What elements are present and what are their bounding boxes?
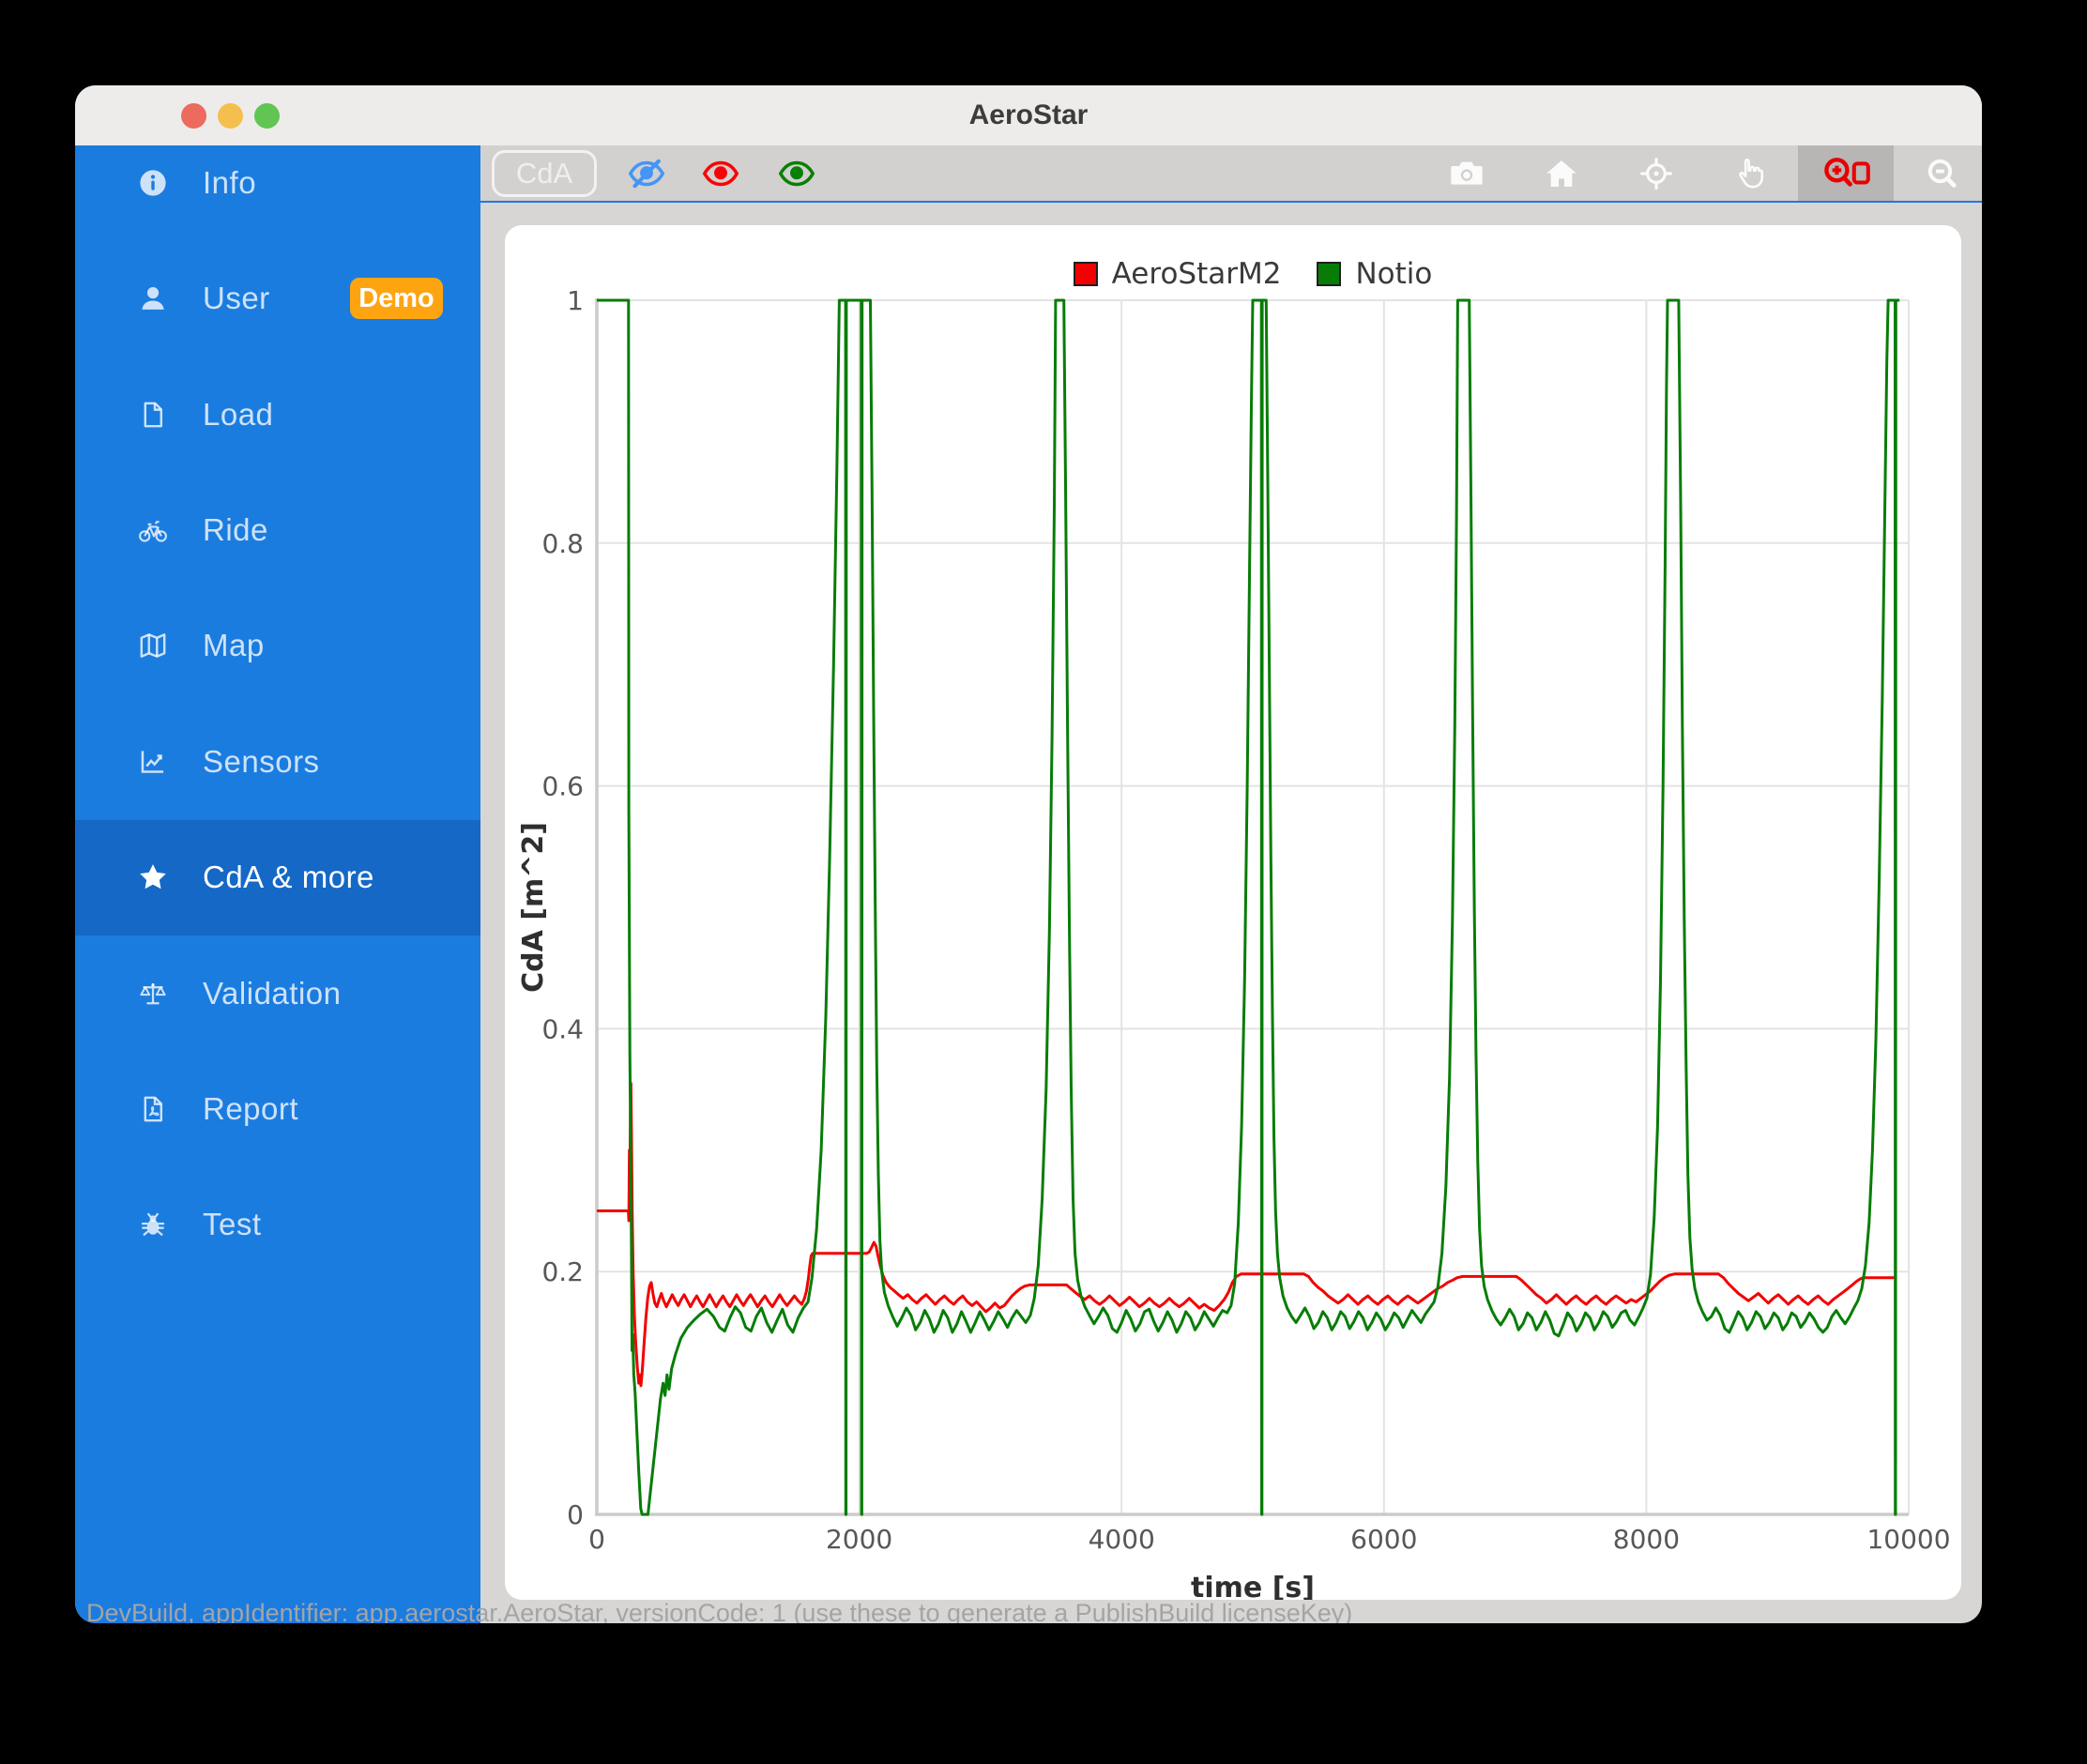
sidebar-item-ride[interactable]: Ride bbox=[75, 473, 480, 588]
star-icon bbox=[140, 864, 166, 890]
sidebar-item-validation[interactable]: Validation bbox=[75, 935, 480, 1051]
toggle-notio-series-button[interactable] bbox=[769, 145, 825, 201]
y-tick-label: 0.4 bbox=[541, 1013, 584, 1044]
sidebar-item-label: CdA & more bbox=[203, 859, 374, 895]
y-tick-label: 0 bbox=[567, 1499, 584, 1530]
main-pane: CdA 0 2000 4000 6000 8000 10000 0 0.2 0.4 0.6 0.8 1… bbox=[480, 145, 1982, 1623]
chart-legend: AeroStarM2 Notio bbox=[597, 257, 1909, 291]
scale-icon bbox=[140, 982, 166, 1004]
sidebar-item-map[interactable]: Map bbox=[75, 588, 480, 704]
sidebar-item-label: Load bbox=[203, 396, 274, 432]
info-icon bbox=[140, 170, 166, 196]
user-icon bbox=[142, 287, 164, 311]
window-title: AeroStar bbox=[968, 99, 1089, 130]
sidebar-item-info[interactable]: Info bbox=[75, 145, 480, 240]
sidebar-item-load[interactable]: Load bbox=[75, 357, 480, 472]
zoom-minus-icon bbox=[1927, 159, 1957, 188]
select-tool-button[interactable] bbox=[1723, 145, 1779, 201]
toolbar: CdA bbox=[480, 145, 1982, 203]
eye-slash-icon bbox=[628, 159, 665, 188]
x-tick-label: 0 bbox=[588, 1524, 605, 1555]
zoom-box-tool-button[interactable] bbox=[1818, 145, 1874, 201]
toggle-aerostar-series-button[interactable] bbox=[693, 145, 749, 201]
x-tick-label: 8000 bbox=[1613, 1524, 1680, 1555]
legend-swatch bbox=[1073, 262, 1098, 286]
zoom-out-tool-button[interactable] bbox=[1914, 145, 1971, 201]
file-icon bbox=[144, 402, 162, 427]
toggle-hide-all-button[interactable] bbox=[618, 145, 675, 201]
sidebar-item-cda-more[interactable]: CdA & more bbox=[75, 819, 480, 935]
sidebar-item-report[interactable]: Report bbox=[75, 1052, 480, 1167]
snapshot-button[interactable] bbox=[1439, 145, 1495, 201]
crosshairs-icon bbox=[1640, 157, 1672, 190]
x-tick-label: 2000 bbox=[826, 1524, 892, 1555]
sidebar-item-label: Test bbox=[203, 1207, 262, 1242]
content-area: 0 2000 4000 6000 8000 10000 0 0.2 0.4 0.6 0.8 1 time… bbox=[480, 203, 1982, 1623]
legend-label: AeroStarM2 bbox=[1111, 257, 1282, 291]
sidebar-item-label: Map bbox=[203, 628, 265, 663]
y-tick-label: 0.6 bbox=[541, 771, 584, 802]
x-tick-label: 10000 bbox=[1866, 1524, 1950, 1555]
sidebar-item-label: Ride bbox=[203, 512, 268, 547]
series-notio bbox=[597, 298, 1900, 1516]
legend-item-notio: Notio bbox=[1317, 257, 1432, 291]
pan-view-button[interactable] bbox=[1628, 145, 1684, 201]
bicycle-icon bbox=[139, 521, 167, 542]
window-body: Info User Demo Load Ride Map Sensors CdA & more… bbox=[75, 145, 1982, 1623]
reset-view-button[interactable] bbox=[1533, 145, 1590, 201]
file-pdf-icon bbox=[144, 1096, 162, 1122]
sidebar-item-label: User bbox=[203, 281, 270, 316]
screen: AeroStar Info User Demo Load Ride Map Sensors C… bbox=[0, 0, 2087, 1764]
y-tick-label: 1 bbox=[567, 285, 584, 316]
sidebar-item-label: Report bbox=[203, 1091, 299, 1126]
sidebar-item-label: Sensors bbox=[203, 743, 320, 779]
app-window: AeroStar Info User Demo Load Ride Map Sensors C… bbox=[75, 85, 1982, 1623]
series-aerostarm2 bbox=[597, 1082, 1896, 1388]
sidebar-item-label: Validation bbox=[203, 975, 342, 1011]
home-icon bbox=[1546, 160, 1577, 187]
zoom-in-rect-icon bbox=[1823, 157, 1870, 187]
bug-icon bbox=[141, 1213, 165, 1237]
chart-card: 0 2000 4000 6000 8000 10000 0 0.2 0.4 0.6 0.8 1 time… bbox=[505, 225, 1961, 1600]
devbuild-note: DevBuild, appIdentifier: app.aerostar.Ae… bbox=[86, 1599, 1353, 1623]
x-tick-label: 4000 bbox=[1089, 1524, 1155, 1555]
x-axis-title: time [s] bbox=[1191, 1572, 1315, 1600]
legend-item-aerostarm2: AeroStarM2 bbox=[1073, 257, 1282, 291]
y-axis-title: CdA [m^2] bbox=[517, 822, 550, 993]
cda-chart[interactable]: 0 2000 4000 6000 8000 10000 0 0.2 0.4 0.6 0.8 1 time… bbox=[505, 225, 1961, 1600]
eye-icon bbox=[702, 160, 739, 186]
sidebar-item-user[interactable]: User Demo bbox=[75, 241, 480, 357]
x-tick-label: 6000 bbox=[1350, 1524, 1417, 1555]
legend-label: Notio bbox=[1355, 257, 1433, 291]
y-tick-label: 0.8 bbox=[541, 528, 584, 559]
map-icon bbox=[140, 633, 166, 659]
sidebar-item-sensors[interactable]: Sensors bbox=[75, 704, 480, 819]
sidebar-item-label: Info bbox=[203, 164, 257, 200]
legend-swatch bbox=[1317, 262, 1342, 286]
camera-icon bbox=[1451, 161, 1483, 185]
eye-icon bbox=[778, 160, 815, 186]
titlebar[interactable]: AeroStar bbox=[75, 85, 1982, 145]
sidebar-item-test[interactable]: Test bbox=[75, 1167, 480, 1283]
cda-tab-button[interactable]: CdA bbox=[492, 150, 597, 197]
hand-pointer-icon bbox=[1739, 158, 1764, 189]
sidebar: Info User Demo Load Ride Map Sensors CdA & more… bbox=[75, 145, 480, 1623]
y-tick-label: 0.2 bbox=[541, 1256, 584, 1287]
demo-badge: Demo bbox=[350, 278, 443, 320]
chart-line-icon bbox=[141, 751, 164, 773]
